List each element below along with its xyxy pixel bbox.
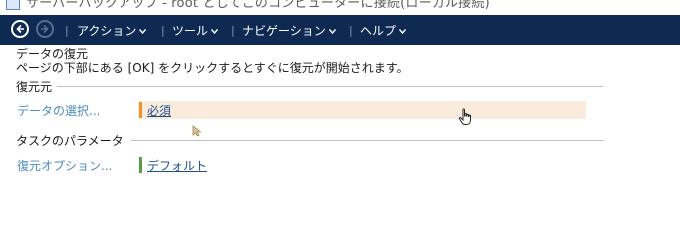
app-window: サーバーバックアップ - root としてこのコンピューターに接続(ローカル接続… bbox=[0, 0, 680, 242]
select-data-value-link[interactable]: 必須 bbox=[147, 102, 171, 119]
restore-options-link[interactable]: 復元オプション... bbox=[17, 157, 112, 174]
select-data-link[interactable]: データの選択... bbox=[17, 102, 100, 119]
chevron-down-icon bbox=[139, 29, 147, 34]
menu-navigation-label: ナビゲーション bbox=[242, 24, 326, 38]
hand-cursor-icon bbox=[458, 108, 471, 125]
arrow-left-icon bbox=[16, 24, 24, 34]
menu-separator: | bbox=[231, 24, 235, 37]
menu-actions[interactable]: アクション bbox=[77, 22, 147, 39]
section-title-task-params: タスクのパラメータ bbox=[16, 134, 124, 148]
main-content: データの復元 ページの下部にある [OK] をクリックするとすぐに復元が開始され… bbox=[0, 45, 680, 242]
page-description: ページの下部にある [OK] をクリックするとすぐに復元が開始されます。 bbox=[16, 61, 409, 75]
arrow-right-icon bbox=[41, 24, 49, 34]
window-title: サーバーバックアップ - root としてこのコンピューターに接続(ローカル接続… bbox=[26, 0, 490, 11]
section-divider bbox=[57, 86, 603, 87]
menu-separator: | bbox=[65, 24, 69, 37]
menu-help[interactable]: ヘルプ bbox=[360, 22, 407, 39]
menu-tools[interactable]: ツール bbox=[172, 22, 219, 39]
app-icon bbox=[6, 0, 20, 10]
section-divider bbox=[131, 140, 604, 141]
forward-button[interactable] bbox=[36, 20, 54, 38]
default-status-bar bbox=[139, 157, 142, 173]
menu-actions-label: アクション bbox=[77, 24, 137, 38]
title-bar: サーバーバックアップ - root としてこのコンピューターに接続(ローカル接続… bbox=[0, 0, 680, 15]
menu-separator: | bbox=[349, 24, 353, 37]
required-status-bar bbox=[139, 102, 142, 118]
menu-help-label: ヘルプ bbox=[360, 24, 397, 38]
row-highlight bbox=[138, 101, 586, 119]
chevron-down-icon bbox=[399, 29, 407, 34]
chevron-down-icon bbox=[211, 29, 219, 34]
section-title-source: 復元元 bbox=[16, 80, 53, 94]
menu-navigation[interactable]: ナビゲーション bbox=[242, 22, 336, 39]
arrow-cursor-icon bbox=[192, 125, 202, 137]
menu-bar: | アクション | ツール | ナビゲーション | ヘルプ bbox=[0, 15, 680, 45]
chevron-down-icon bbox=[328, 29, 336, 34]
menu-separator: | bbox=[161, 24, 165, 37]
menu-tools-label: ツール bbox=[172, 24, 209, 38]
back-button[interactable] bbox=[11, 20, 29, 38]
restore-options-value-link[interactable]: デフォルト bbox=[147, 157, 207, 174]
